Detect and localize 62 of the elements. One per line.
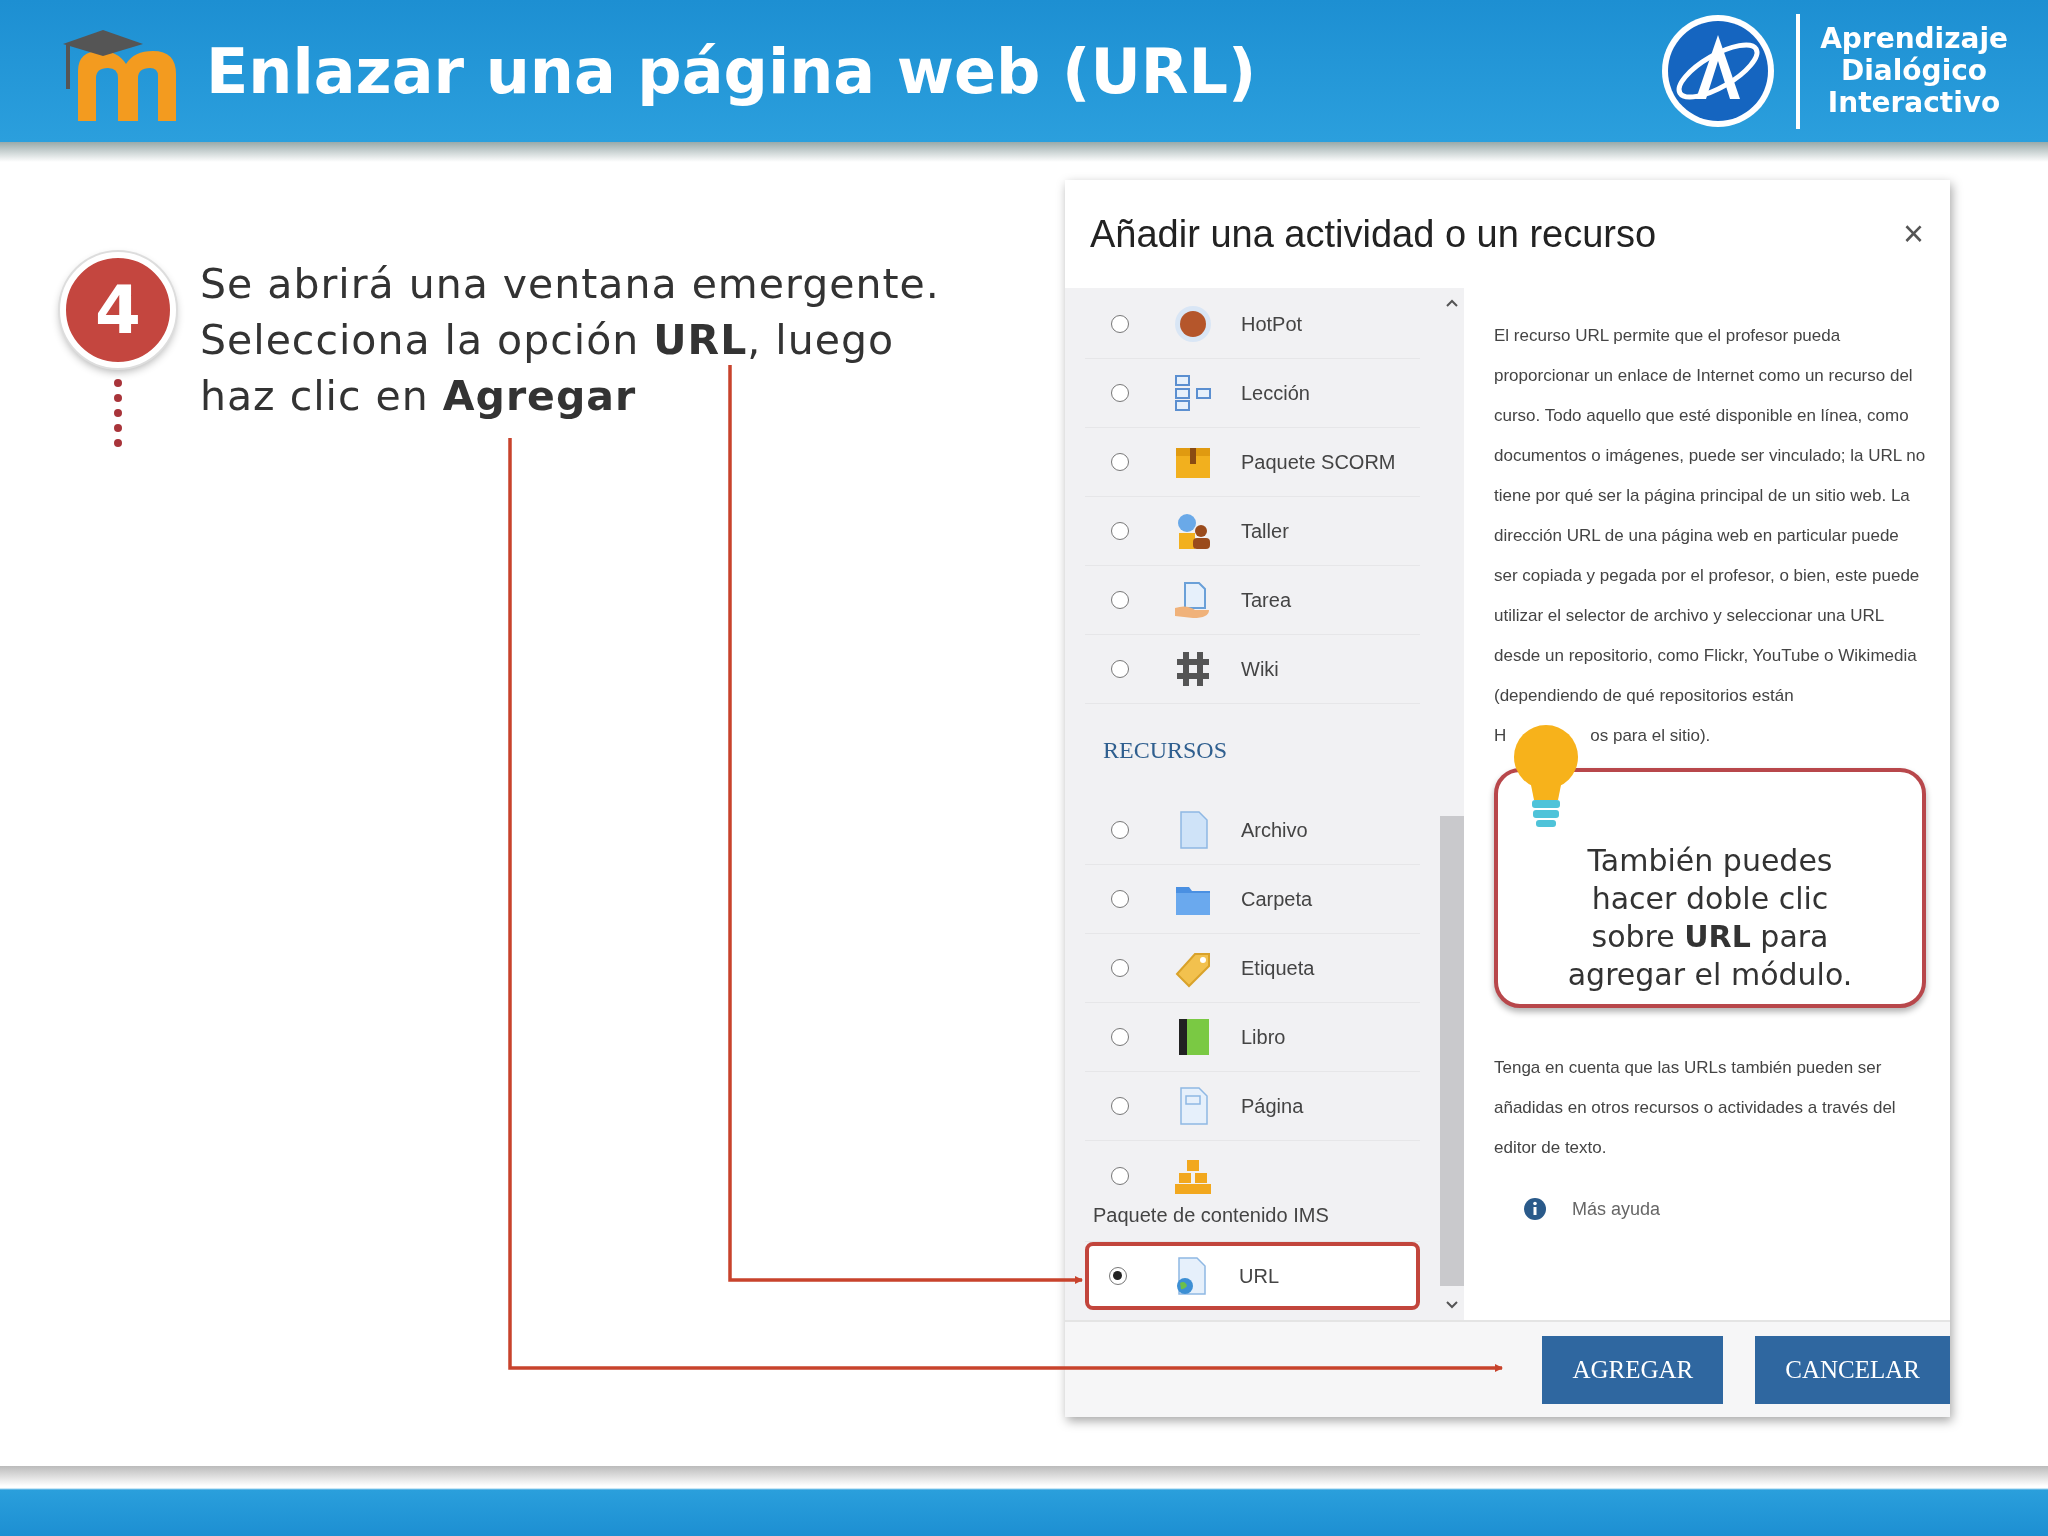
- item-label: Tarea: [1241, 588, 1292, 612]
- item-label: Libro: [1241, 1025, 1286, 1049]
- list-item[interactable]: URL: [1085, 1242, 1420, 1310]
- list-item[interactable]: Página: [1085, 1072, 1420, 1141]
- radio-button[interactable]: [1111, 453, 1129, 471]
- list-item[interactable]: Etiqueta: [1085, 934, 1420, 1003]
- item-label: Archivo: [1241, 818, 1308, 842]
- list-item[interactable]: Archivo: [1085, 796, 1420, 865]
- list-item[interactable]: Carpeta: [1085, 865, 1420, 934]
- radio-button[interactable]: [1111, 821, 1129, 839]
- radio-button[interactable]: [1111, 384, 1129, 402]
- radio-button[interactable]: [1111, 591, 1129, 609]
- step-number: 4: [60, 252, 176, 368]
- list-item[interactable]: HotPot: [1085, 290, 1420, 359]
- list-item[interactable]: Wiki: [1085, 635, 1420, 704]
- item-label: Lección: [1241, 381, 1310, 405]
- scroll-up-icon[interactable]: [1445, 298, 1459, 308]
- radio-button[interactable]: [1111, 1028, 1129, 1046]
- list-item[interactable]: Lección: [1085, 359, 1420, 428]
- list-item[interactable]: Taller: [1085, 497, 1420, 566]
- add-button[interactable]: AGREGAR: [1542, 1335, 1724, 1404]
- ball-icon: [1173, 304, 1213, 344]
- item-label: Paquete SCORM: [1241, 450, 1396, 474]
- dialog-title: Añadir una actividad o un recurso: [1090, 212, 1657, 256]
- list-item[interactable]: Tarea: [1085, 566, 1420, 635]
- item-label: URL: [1239, 1264, 1279, 1288]
- instruction-text: Se abrirá una ventana emergente. Selecciona la opción URL, luego haz clic en Agregar: [200, 259, 941, 422]
- radio-button[interactable]: [1109, 1267, 1127, 1285]
- radio-button[interactable]: [1111, 1166, 1129, 1185]
- item-label: Etiqueta: [1241, 956, 1315, 980]
- radio-button[interactable]: [1111, 522, 1129, 540]
- diagram-icon: [1173, 373, 1213, 413]
- scroll-down-icon[interactable]: [1445, 1300, 1459, 1310]
- item-label: Página: [1241, 1094, 1304, 1118]
- tip-callout: También puedes hacer doble clic sobre URL para agregar el módulo.: [1494, 768, 1926, 1008]
- list-item[interactable]: Libro: [1085, 1003, 1420, 1072]
- item-label: Carpeta: [1241, 887, 1313, 911]
- section-heading: RECURSOS: [1102, 735, 1229, 765]
- note-text: Tenga en cuenta que las URLs también pueden ser añadidas en otros recursos o actividades a través del editor de texto.: [1494, 1057, 1897, 1159]
- radio-button[interactable]: [1111, 1097, 1129, 1115]
- info-icon: [1524, 1198, 1546, 1220]
- radio-button[interactable]: [1111, 890, 1129, 908]
- close-button[interactable]: ×: [1896, 213, 1930, 255]
- slide-title: Enlazar una página web (URL): [206, 34, 1258, 108]
- cancel-button[interactable]: CANCELAR: [1755, 1335, 1950, 1404]
- scrollbar-thumb[interactable]: [1440, 816, 1464, 1286]
- help-text: os para el sitio).: [1590, 725, 1711, 747]
- help-text: H: [1494, 725, 1507, 747]
- radio-button[interactable]: [1111, 959, 1129, 977]
- brand-text: Aprendizaje: [1820, 23, 2008, 55]
- item-label: Paquete de contenido IMS: [1093, 1203, 1330, 1227]
- item-label: HotPot: [1241, 312, 1303, 336]
- item-label: Wiki: [1241, 657, 1279, 681]
- brand-text: Interactivo: [1827, 87, 2001, 119]
- list-item[interactable]: Paquete SCORM: [1085, 428, 1420, 497]
- dotted-line: [113, 378, 123, 448]
- help-link[interactable]: Más ayuda: [1572, 1198, 1661, 1220]
- radio-button[interactable]: [1111, 660, 1129, 678]
- brand-text: Dialógico: [1841, 55, 1988, 87]
- item-label: Taller: [1241, 519, 1289, 543]
- atom-icon: [1660, 13, 1777, 129]
- radio-button[interactable]: [1111, 315, 1129, 333]
